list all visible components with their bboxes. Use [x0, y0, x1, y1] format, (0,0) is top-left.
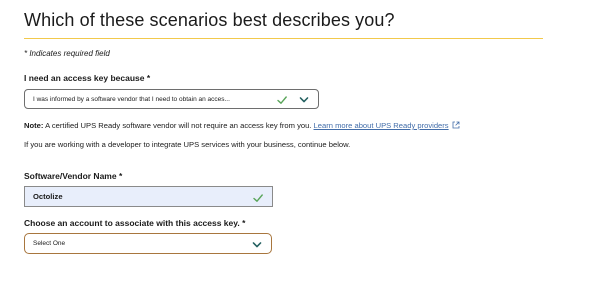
required-field-note: * Indicates required field	[24, 49, 110, 58]
chevron-down-icon	[298, 93, 310, 105]
account-selected-value: Select One	[33, 240, 66, 247]
valid-check-icon	[252, 191, 264, 203]
note-body: A certified UPS Ready software vendor wi…	[43, 121, 314, 130]
reason-selected-value: I was informed by a software vendor that…	[33, 95, 230, 103]
reason-label: I need an access key because *	[24, 73, 151, 83]
account-select[interactable]: Select One	[24, 233, 272, 254]
chevron-down-icon	[251, 238, 263, 250]
account-label: Choose an account to associate with this…	[24, 218, 246, 228]
ups-ready-providers-link[interactable]: Learn more about UPS Ready providers	[314, 121, 449, 130]
valid-check-icon	[276, 93, 288, 105]
continue-instructions: If you are working with a developer to i…	[24, 140, 351, 149]
heading-divider	[24, 38, 543, 39]
page-title: Which of these scenarios best describes …	[24, 10, 395, 30]
external-link-icon[interactable]	[452, 121, 460, 129]
vendor-name-input[interactable]: Octolize	[24, 186, 273, 207]
note-text: Note: A certified UPS Ready software ven…	[24, 121, 460, 130]
vendor-name-value: Octolize	[33, 192, 63, 201]
note-prefix: Note:	[24, 121, 44, 130]
vendor-label: Software/Vendor Name *	[24, 171, 123, 181]
reason-select[interactable]: I was informed by a software vendor that…	[24, 89, 319, 109]
